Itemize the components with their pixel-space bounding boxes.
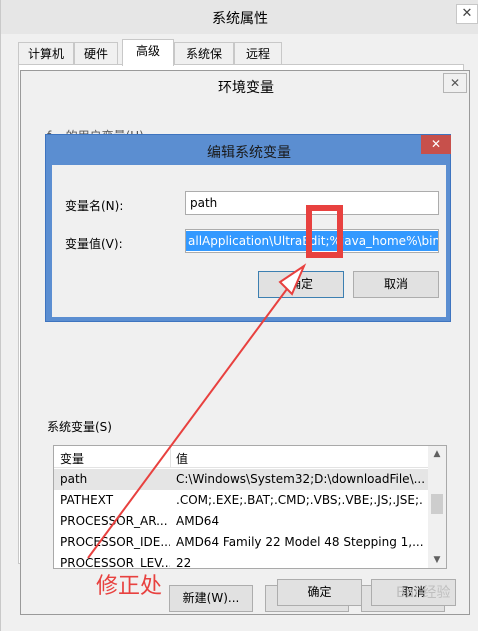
annotation-arrow-icon bbox=[87, 263, 307, 559]
watermark: Bai 经验 bbox=[396, 585, 451, 601]
tab-advanced[interactable]: 高级 bbox=[122, 39, 174, 66]
annotation-text: 修正处 bbox=[96, 574, 163, 599]
